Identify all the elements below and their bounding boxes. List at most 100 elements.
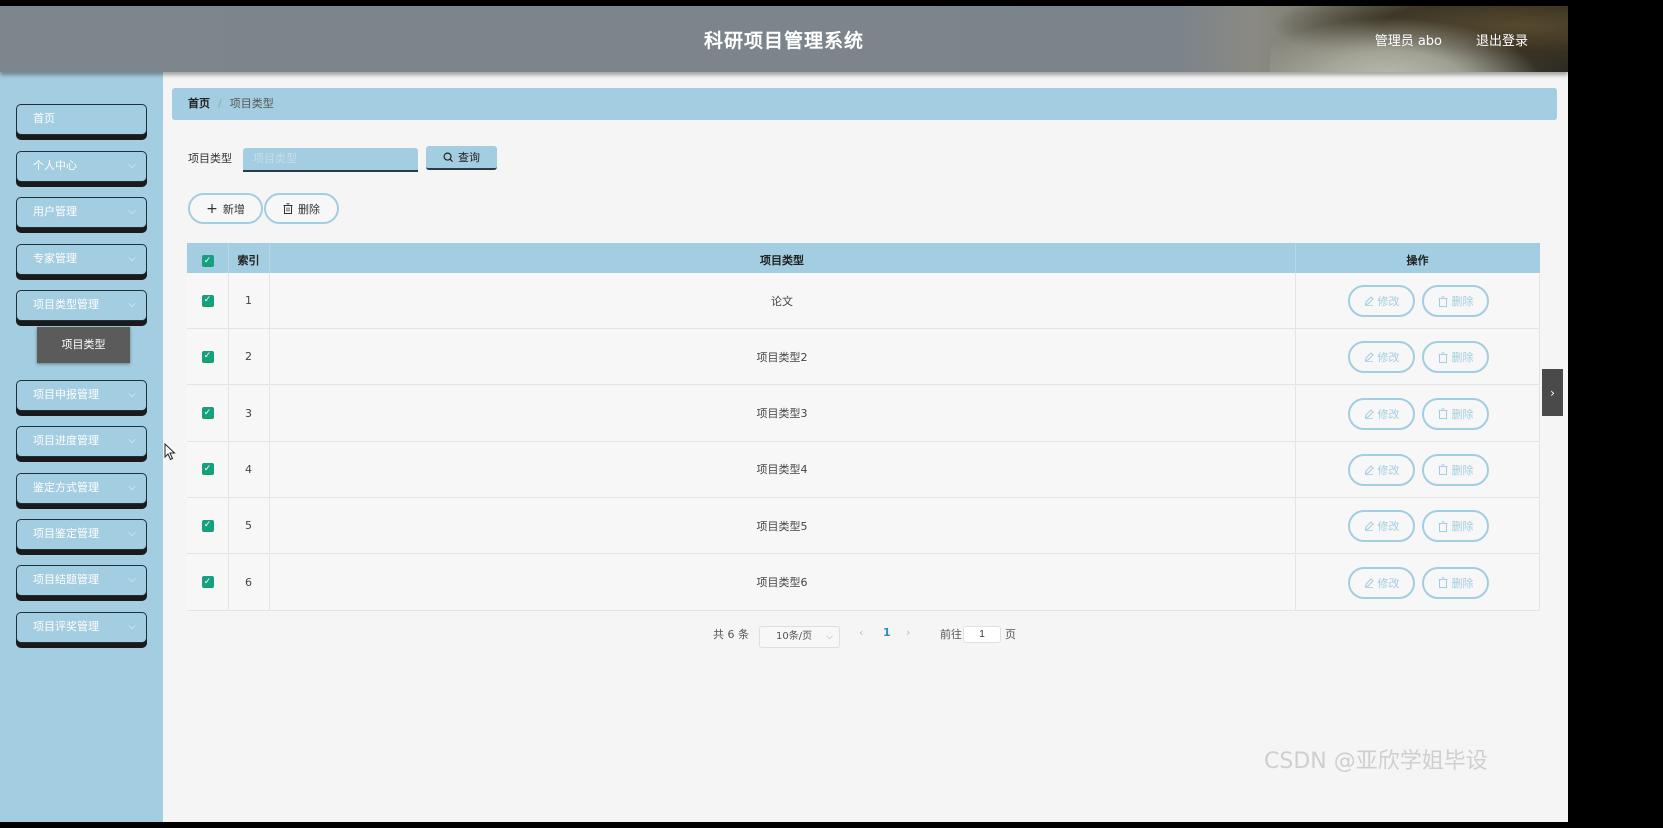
current-user-label: 管理员 abo [1374, 34, 1442, 49]
row-type: 项目类型2 [756, 350, 808, 364]
chevron-down-icon: ⌵ [128, 482, 136, 493]
trash-icon [1438, 408, 1447, 420]
edit-icon [1364, 577, 1374, 588]
plus-icon: + [206, 200, 218, 217]
row-checkbox[interactable]: ✓ [201, 519, 214, 532]
page-size-select[interactable]: 10条/页 ⌵ [759, 626, 840, 648]
row-delete-button[interactable]: 删除 [1422, 341, 1489, 374]
chevron-down-icon: ⌵ [128, 621, 136, 632]
chevron-down-icon: ⌵ [128, 253, 136, 264]
table-row: ✓ 3 项目类型3 修改 删除 [187, 385, 1540, 442]
select-all-checkbox[interactable]: ✓ [201, 255, 214, 267]
chevron-right-icon: › [1550, 385, 1555, 400]
row-edit-button[interactable]: 修改 [1348, 510, 1415, 543]
sidebar-item-label: 项目进度管理 [33, 434, 99, 447]
table-row: ✓ 4 项目类型4 修改 删除 [187, 441, 1540, 498]
row-type: 项目类型4 [756, 463, 808, 477]
sidebar-item-label: 首页 [33, 112, 55, 125]
trash-icon [1438, 464, 1447, 476]
sidebar-subitem-active[interactable]: 项目类型 [37, 327, 130, 363]
row-edit-label: 修改 [1377, 463, 1400, 477]
edit-icon [1364, 296, 1374, 306]
row-edit-label: 修改 [1377, 407, 1400, 421]
breadcrumb-current: 项目类型 [229, 97, 274, 110]
row-checkbox[interactable]: ✓ [201, 294, 214, 307]
batch-delete-button[interactable]: 删除 [264, 193, 339, 224]
row-delete-button[interactable]: 删除 [1422, 397, 1489, 430]
sidebar-item-6[interactable]: 项目申报管理 ⌵ [16, 380, 147, 411]
pagination-total: 共 6 条 [713, 628, 749, 641]
row-index: 6 [245, 575, 252, 589]
page-size-value: 10条/页 [776, 631, 813, 642]
row-delete-label: 删除 [1451, 407, 1474, 421]
breadcrumb-separator: / [218, 97, 222, 110]
trash-icon [1438, 352, 1447, 363]
row-edit-button[interactable]: 修改 [1348, 397, 1415, 430]
sidebar-item-label: 项目评奖管理 [33, 620, 99, 633]
sidebar-item-label: 项目鉴定管理 [33, 527, 99, 540]
search-input[interactable] [243, 148, 418, 172]
current-page-number[interactable]: 1 [883, 626, 891, 639]
breadcrumb-home[interactable]: 首页 [188, 97, 210, 110]
sidebar-item-1[interactable]: 首页 [16, 104, 147, 135]
row-index: 5 [245, 519, 252, 533]
goto-page-input[interactable] [963, 626, 1001, 643]
chevron-down-icon: ⌵ [128, 574, 136, 585]
row-checkbox[interactable]: ✓ [201, 463, 214, 476]
sidebar-item-9[interactable]: 项目鉴定管理 ⌵ [16, 519, 147, 550]
add-button[interactable]: + 新增 [188, 193, 263, 224]
trash-icon [1438, 295, 1447, 307]
chevron-down-icon: ⌵ [128, 160, 136, 171]
row-edit-label: 修改 [1377, 351, 1400, 365]
sidebar-item-label: 用户管理 [33, 205, 77, 218]
row-index: 4 [245, 462, 252, 476]
app-title: 科研项目管理系统 [703, 30, 864, 52]
chevron-down-icon: ⌵ [128, 528, 136, 539]
row-index: 3 [245, 406, 252, 420]
search-button[interactable]: 查询 [426, 146, 497, 170]
table-row: ✓ 1 论文 修改 删除 [187, 273, 1540, 329]
row-checkbox[interactable]: ✓ [201, 350, 214, 363]
row-edit-label: 修改 [1377, 520, 1400, 534]
row-delete-button[interactable]: 删除 [1422, 510, 1489, 543]
table-row: ✓ 6 项目类型6 修改 删除 [187, 554, 1540, 611]
row-checkbox[interactable]: ✓ [201, 407, 214, 420]
add-button-label: 新增 [222, 202, 245, 216]
row-delete-label: 删除 [1451, 520, 1474, 534]
row-edit-button[interactable]: 修改 [1348, 285, 1415, 317]
prev-page-button[interactable]: ‹ [859, 626, 863, 639]
chevron-down-icon: ⌵ [128, 299, 136, 310]
sidebar-item-label: 鉴定方式管理 [33, 481, 99, 494]
edit-icon [1364, 521, 1374, 532]
sidebar-item-4[interactable]: 专家管理 ⌵ [16, 244, 147, 275]
sidebar-item-11[interactable]: 项目评奖管理 ⌵ [16, 612, 147, 643]
sidebar-item-2[interactable]: 个人中心 ⌵ [16, 151, 147, 182]
row-type: 论文 [771, 294, 793, 308]
sidebar-item-7[interactable]: 项目进度管理 ⌵ [16, 426, 147, 457]
sidebar-item-label: 项目结题管理 [33, 573, 99, 586]
sidebar-item-3[interactable]: 用户管理 ⌵ [16, 197, 147, 228]
row-edit-button[interactable]: 修改 [1348, 341, 1415, 374]
row-edit-button[interactable]: 修改 [1348, 453, 1415, 486]
sidebar-item-8[interactable]: 鉴定方式管理 ⌵ [16, 473, 147, 504]
trash-icon [1438, 520, 1447, 532]
next-page-button[interactable]: › [906, 626, 910, 639]
sidebar-item-label: 个人中心 [33, 159, 77, 172]
row-delete-button[interactable]: 删除 [1422, 285, 1489, 317]
breadcrumb: 首页 / 项目类型 [172, 88, 1557, 120]
trash-icon [283, 203, 293, 214]
watermark: CSDN @亚欣学姐毕设 [1264, 749, 1488, 774]
row-delete-label: 删除 [1451, 576, 1474, 590]
sidebar-item-5[interactable]: 项目类型管理 ⌵ [16, 290, 147, 321]
row-delete-label: 删除 [1451, 351, 1474, 365]
row-edit-button[interactable]: 修改 [1348, 566, 1415, 599]
search-icon [443, 152, 454, 162]
row-delete-label: 删除 [1451, 295, 1474, 308]
row-delete-button[interactable]: 删除 [1422, 453, 1489, 486]
expand-panel-button[interactable]: › [1542, 369, 1563, 416]
edit-icon [1364, 352, 1374, 363]
logout-link[interactable]: 退出登录 [1476, 30, 1528, 49]
row-delete-button[interactable]: 删除 [1422, 566, 1489, 599]
row-checkbox[interactable]: ✓ [201, 576, 214, 588]
sidebar-item-10[interactable]: 项目结题管理 ⌵ [16, 565, 147, 596]
